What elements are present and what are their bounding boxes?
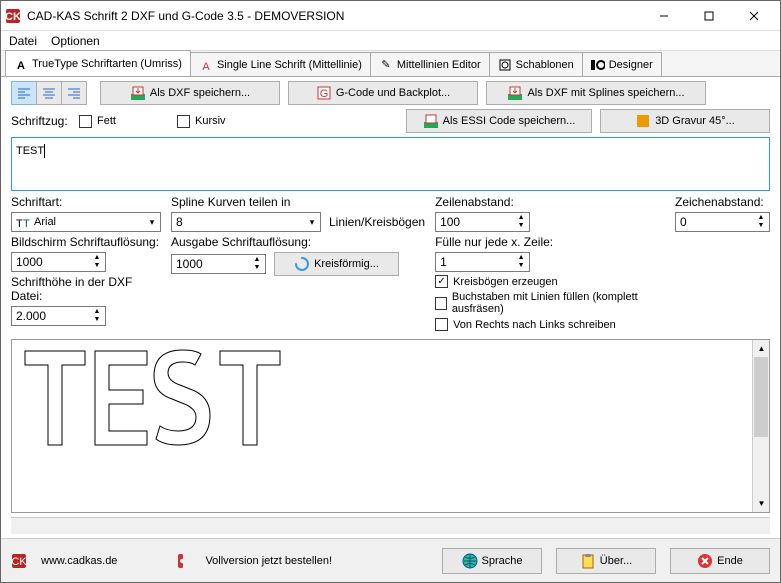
char-spacing-input[interactable]: 0▲▼ [675,212,770,232]
tab-templates[interactable]: Schablonen [489,52,583,76]
tabbar: A TrueType Schriftarten (Umriss) A Singl… [1,51,780,77]
font-a-icon: A [14,57,28,71]
tab-label: Single Line Schrift (Mittellinie) [217,59,362,71]
svg-text:CK: CK [5,11,21,23]
svg-text:A: A [17,60,25,70]
about-button[interactable]: Über... [556,548,656,574]
fill-label: Fülle nur jede x. Zeile: [435,235,665,249]
globe-icon [462,553,478,569]
tab-label: Designer [609,59,653,71]
content: Als DXF speichern... G G-Code und Backpl… [1,77,780,538]
rtl-checkbox[interactable]: Von Rechts nach Links schreiben [435,318,665,331]
save-dxf-button[interactable]: Als DXF speichern... [100,81,280,105]
svg-text:T: T [16,218,23,229]
website-link[interactable]: www.cadkas.de [41,555,117,567]
save-icon [130,85,146,101]
scroll-up-icon: ▲ [753,340,770,357]
gcode-button[interactable]: G G-Code und Backplot... [288,81,478,105]
italic-checkbox[interactable]: Kursiv [177,115,287,128]
tab-truetype[interactable]: A TrueType Schriftarten (Umriss) [5,50,191,76]
gcode-icon: G [316,85,332,101]
circular-button[interactable]: Kreisförmig... [274,252,399,276]
clipboard-icon [580,553,596,569]
tab-designer[interactable]: Designer [582,52,662,76]
pencil-icon: ✎ [379,58,393,72]
save-spline-button[interactable]: Als DXF mit Splines speichern... [486,81,706,105]
svg-text:A: A [202,61,210,71]
font-combo[interactable]: TTArial ▾ [11,212,161,232]
scroll-down-icon: ▼ [753,495,770,512]
tab-label: Mittellinien Editor [397,59,481,71]
end-button[interactable]: Ende [670,548,770,574]
height-input[interactable]: 2.000▲▼ [11,306,106,326]
close-button[interactable] [731,2,776,30]
svg-text:G: G [320,88,329,100]
window-title: CAD-KAS Schrift 2 DXF und G-Code 3.5 - D… [27,9,641,23]
preview-area: ▲ ▼ [11,339,770,513]
tab-label: TrueType Schriftarten (Umriss) [32,58,182,70]
designer-icon [591,58,605,72]
font-label: Schriftart: [11,195,161,209]
phone-icon [175,553,191,569]
chevron-down-icon: ▾ [144,217,160,228]
tab-label: Schablonen [516,59,574,71]
align-center-button[interactable] [36,81,62,105]
minimize-button[interactable] [641,2,686,30]
spline-combo[interactable]: 8▾ [171,212,321,232]
titlebar: CK CAD-KAS Schrift 2 DXF und G-Code 3.5 … [1,1,780,31]
fill-input[interactable]: 1▲▼ [435,252,530,272]
close-icon [697,553,713,569]
language-button[interactable]: Sprache [442,548,542,574]
fill-letters-checkbox[interactable]: Buchstaben mit Linien füllen (komplett a… [435,291,665,315]
save-icon [423,113,439,129]
line-spacing-input[interactable]: 100▲▼ [435,212,530,232]
gravur-button[interactable]: 3D Gravur 45°... [600,109,770,133]
text-input[interactable]: TEST [11,137,770,191]
preview-scrollbar[interactable]: ▲ ▼ [752,340,769,512]
output-res-input[interactable]: 1000▲▼ [171,254,266,274]
tab-singleline[interactable]: A Single Line Schrift (Mittellinie) [190,52,371,76]
screen-res-label: Bildschirm Schriftauflösung: [11,235,161,249]
menu-options[interactable]: Optionen [51,34,100,48]
menubar: Datei Optionen [1,31,780,51]
footer: CK www.cadkas.de Vollversion jetzt beste… [1,538,780,582]
char-spacing-label: Zeichenabstand: [675,195,770,209]
spinner-icon [294,256,310,272]
align-right-button[interactable] [61,81,87,105]
screen-res-input[interactable]: 1000▲▼ [11,252,106,272]
app-icon: CK [11,553,27,569]
order-link[interactable]: Vollversion jetzt bestellen! [205,555,332,567]
output-res-label: Ausgabe Schriftauflösung: [171,235,425,249]
maximize-button[interactable] [686,2,731,30]
app-icon: CK [5,8,21,24]
line-spacing-label: Zeilenabstand: [435,195,665,209]
tab-editor[interactable]: ✎ Mittellinien Editor [370,52,490,76]
save-icon [507,85,523,101]
spline-label: Spline Kurven teilen in [171,195,425,209]
bold-checkbox[interactable]: Fett [79,115,169,128]
scroll-thumb[interactable] [754,357,768,437]
menu-file[interactable]: Datei [9,34,37,48]
save-essi-button[interactable]: Als ESSI Code speichern... [406,109,592,133]
template-icon [498,58,512,72]
arcs-checkbox[interactable]: Kreisbögen erzeugen [435,275,665,288]
preview-scrollbar-h[interactable] [11,517,770,534]
gravur-icon [635,113,651,129]
svg-text:T: T [23,218,30,229]
schriftzug-label: Schriftzug: [11,114,71,128]
svg-text:CK: CK [11,556,27,568]
align-left-button[interactable] [11,81,37,105]
height-label: Schrifthöhe in der DXF Datei: [11,275,161,303]
chevron-down-icon: ▾ [304,217,320,228]
font-a-icon: A [199,58,213,72]
